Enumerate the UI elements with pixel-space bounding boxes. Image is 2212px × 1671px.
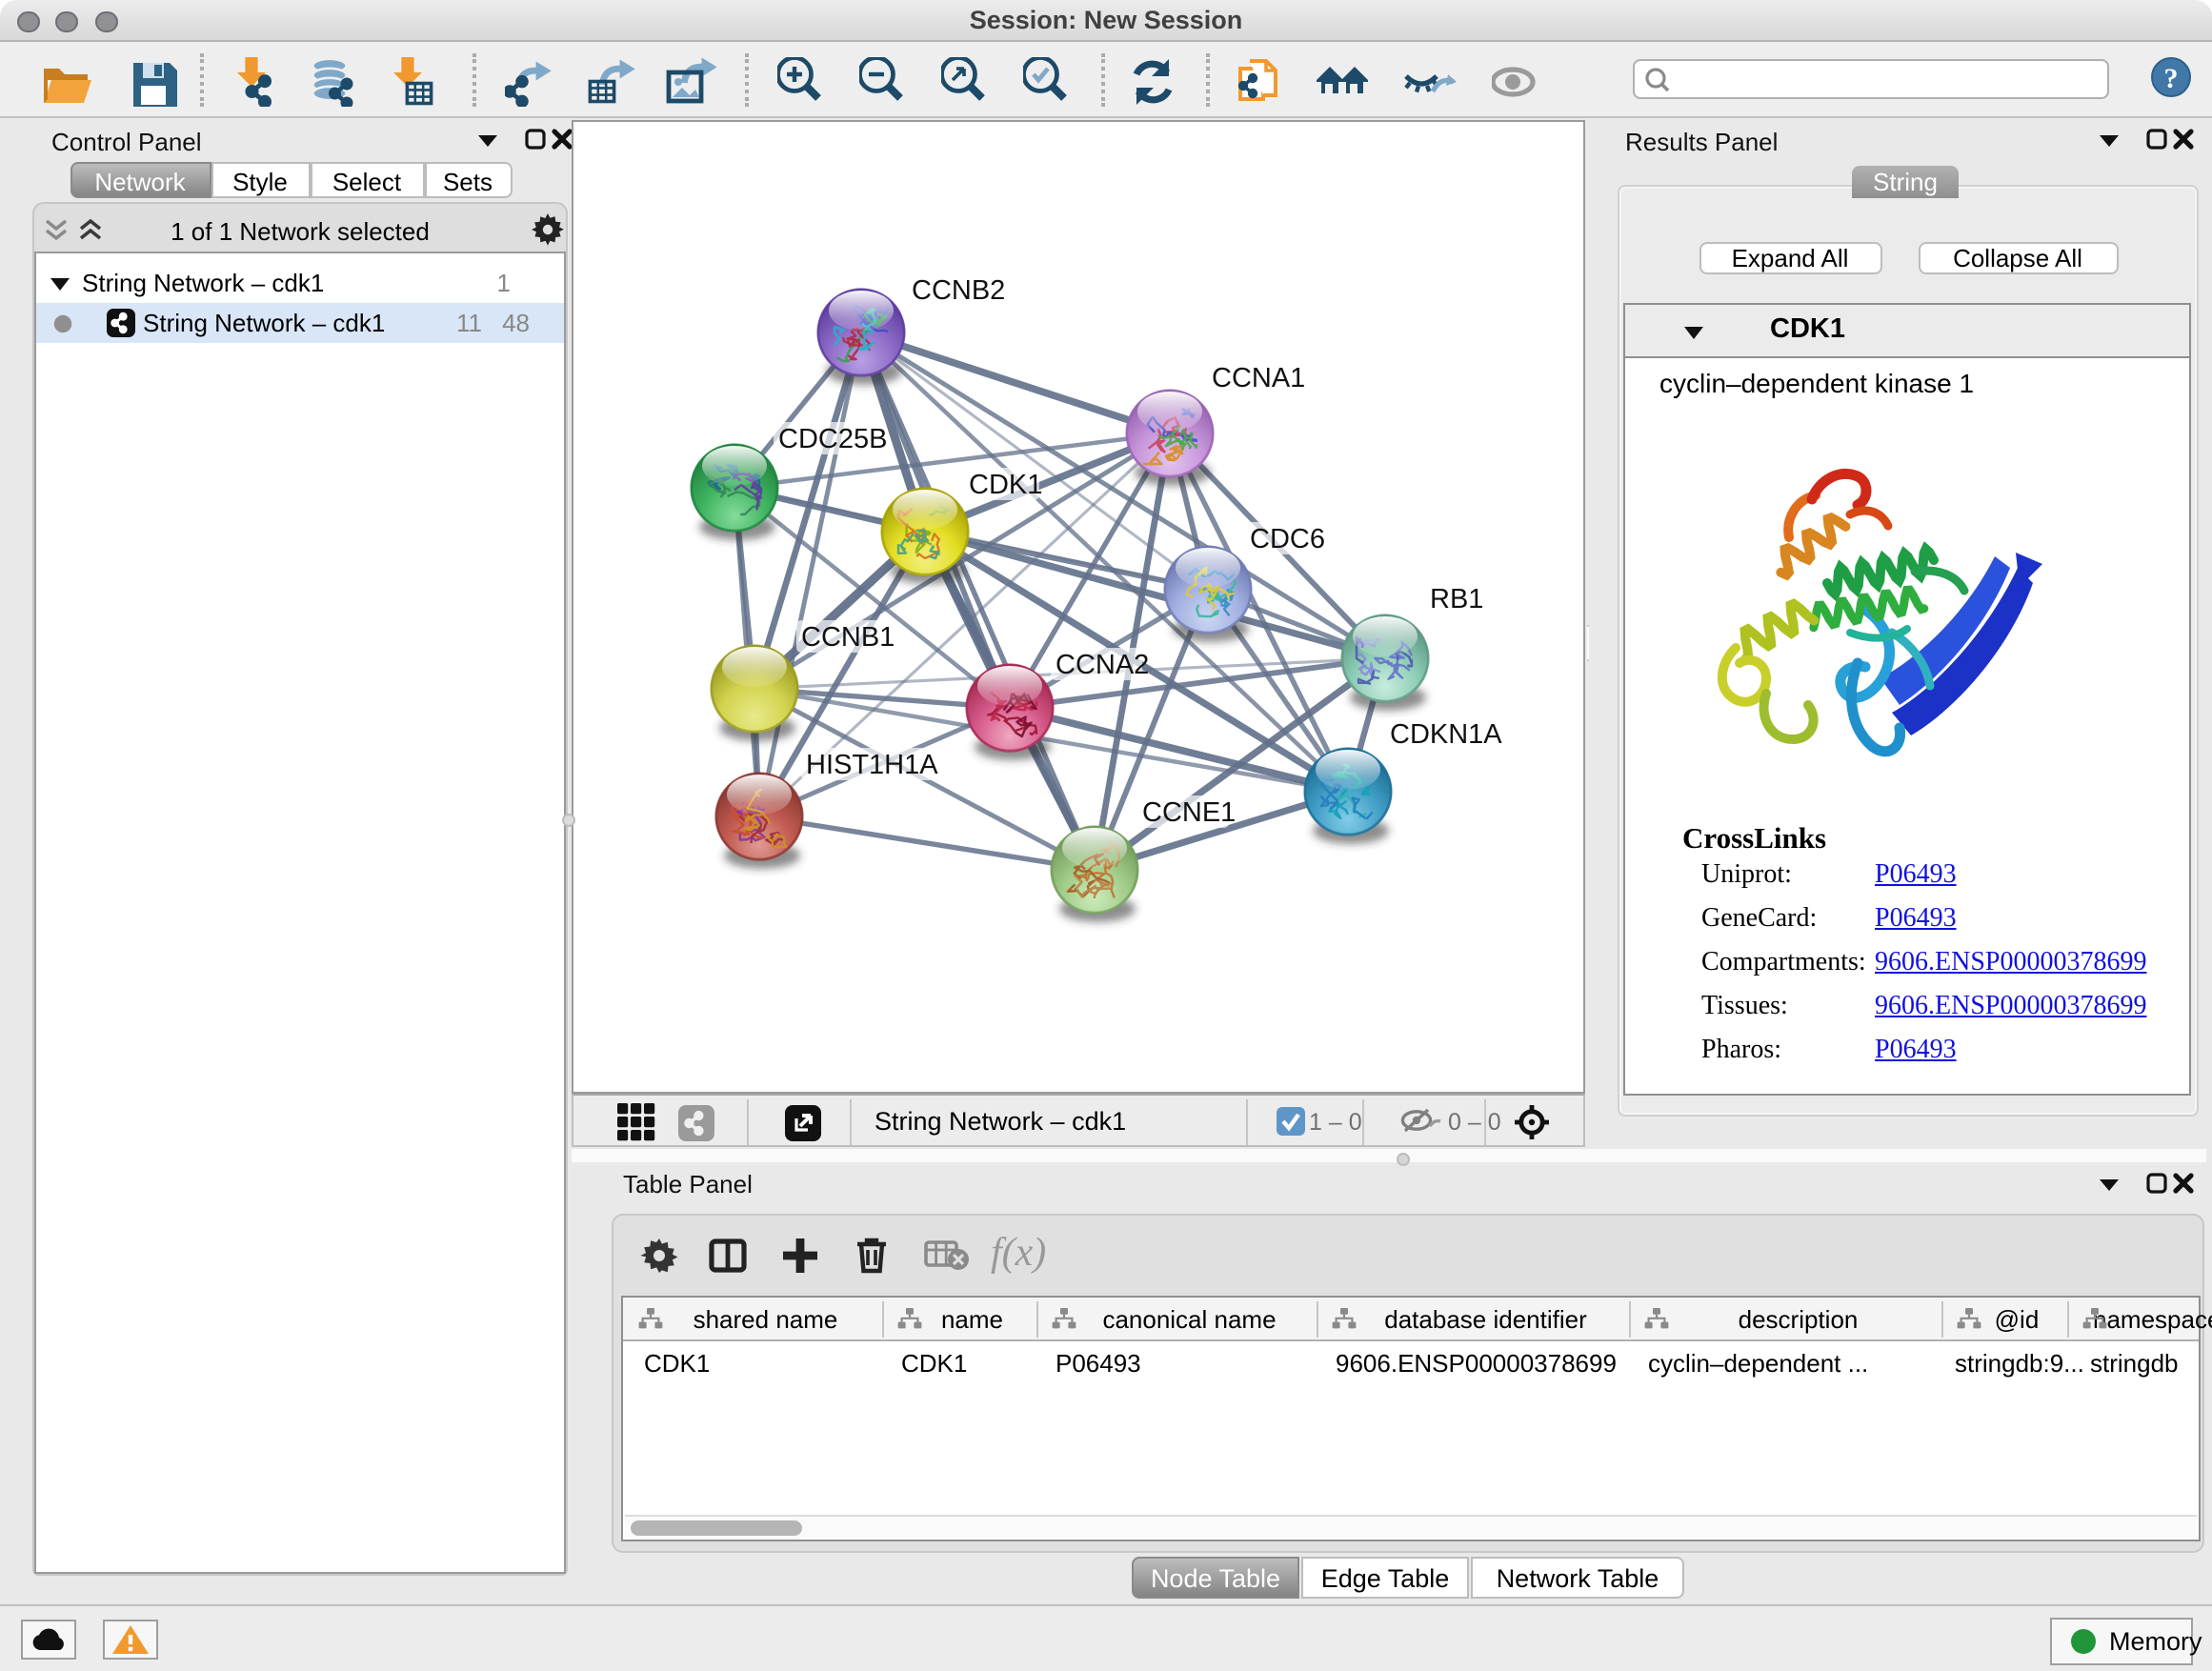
svg-text:CDKN1A: CDKN1A xyxy=(1390,719,1502,750)
svg-text:CDC25B: CDC25B xyxy=(778,424,887,454)
svg-text:CDK1: CDK1 xyxy=(969,470,1042,500)
svg-text:CCNA2: CCNA2 xyxy=(1056,650,1149,680)
svg-text:?: ? xyxy=(2164,63,2179,94)
svg-text:CCNA1: CCNA1 xyxy=(1212,363,1305,393)
svg-text:CCNB2: CCNB2 xyxy=(912,275,1005,306)
svg-text:HIST1H1A: HIST1H1A xyxy=(806,750,938,780)
svg-text:RB1: RB1 xyxy=(1430,584,1483,614)
svg-text:CDC6: CDC6 xyxy=(1250,524,1325,554)
svg-text:CCNB1: CCNB1 xyxy=(801,622,895,653)
svg-text:CCNE1: CCNE1 xyxy=(1142,797,1236,828)
